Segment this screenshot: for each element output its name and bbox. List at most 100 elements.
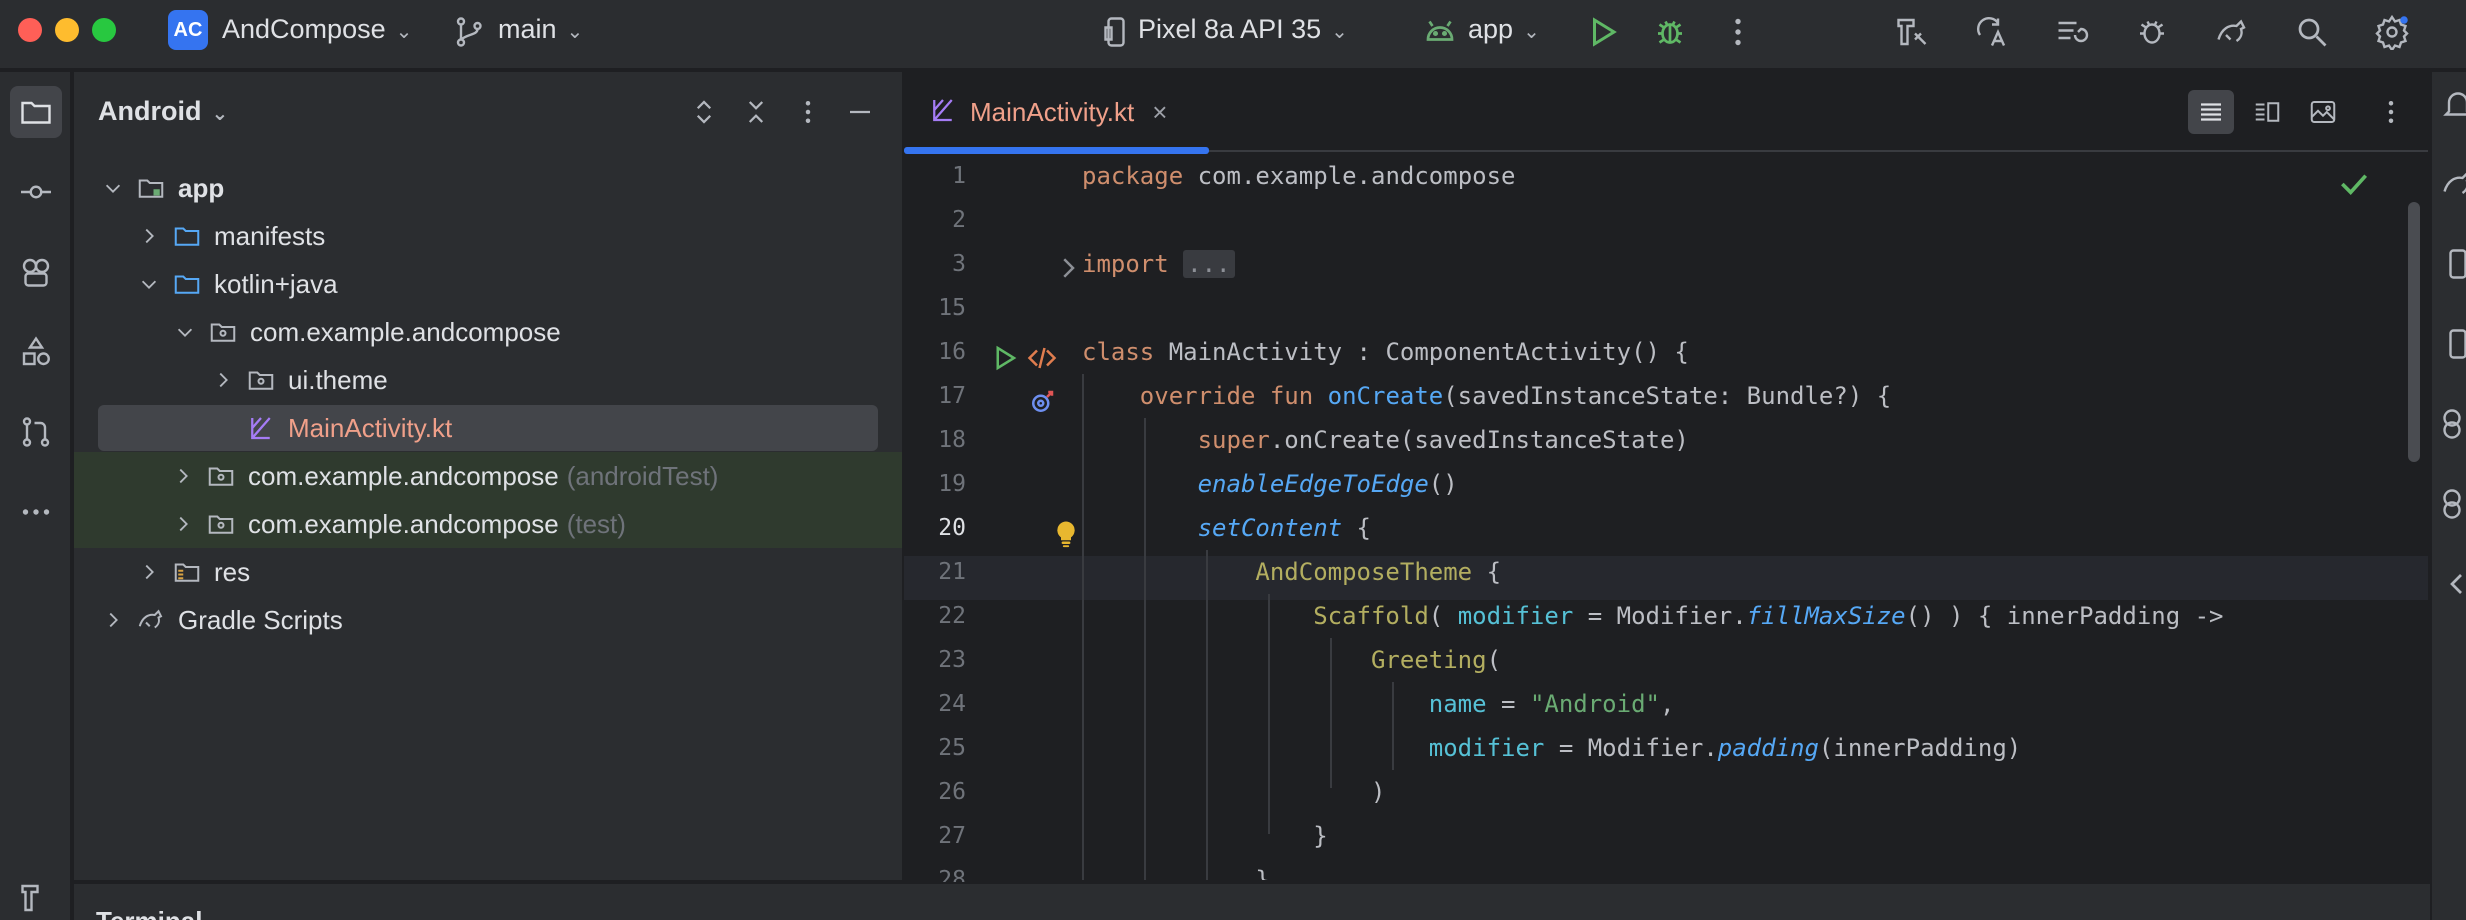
- android-icon: [1420, 12, 1460, 52]
- editor-options-button[interactable]: [2368, 90, 2414, 134]
- running-devices-icon[interactable]: [2440, 326, 2466, 366]
- translate-icon[interactable]: [1972, 12, 2012, 52]
- gemini-icon[interactable]: [2440, 406, 2466, 446]
- project-tool-button[interactable]: [10, 86, 62, 138]
- image-icon: [2310, 101, 2336, 123]
- no-problems-check-icon[interactable]: [2334, 164, 2374, 204]
- run-icon[interactable]: [1582, 12, 1622, 52]
- structure-tool-button[interactable]: [10, 326, 62, 378]
- code-line-26: ): [1370, 778, 1386, 806]
- close-window-button[interactable]: [18, 18, 42, 42]
- sync-gradle-icon[interactable]: [2052, 12, 2092, 52]
- tree-item-test[interactable]: com.example.andcompose (test): [74, 500, 902, 548]
- project-name: AndCompose: [222, 14, 386, 44]
- options-icon[interactable]: [790, 94, 826, 130]
- minimize-window-button[interactable]: [55, 18, 79, 42]
- code-line-18: super.onCreate(savedInstanceState): [1197, 426, 1689, 454]
- tree-item-manifests[interactable]: manifests: [74, 212, 902, 260]
- collapse-all-icon[interactable]: [738, 94, 774, 130]
- assistant-icon[interactable]: [2440, 486, 2466, 526]
- tree-item-res[interactable]: res: [74, 548, 902, 596]
- code-editor: MainActivity.kt × 1 2 3 15 16 17 18 19 2…: [904, 72, 2428, 893]
- tree-item-suffix: (test): [566, 508, 626, 539]
- branch-switcher[interactable]: main ⌄: [498, 14, 583, 45]
- tab-mainactivity[interactable]: MainActivity.kt ×: [904, 72, 1209, 154]
- chevron-right-icon[interactable]: [208, 365, 238, 395]
- chevron-down-icon: ⌄: [211, 103, 229, 125]
- commit-tool-button[interactable]: [10, 166, 62, 218]
- device-selector[interactable]: Pixel 8a API 35 ⌄: [1138, 14, 1348, 45]
- tree-item-label: app: [178, 172, 225, 203]
- hide-panel-icon[interactable]: [842, 94, 878, 130]
- pull-request-icon: [22, 417, 50, 447]
- project-badge[interactable]: AC: [168, 10, 208, 50]
- design-view-button[interactable]: [2300, 90, 2346, 134]
- chevron-down-icon[interactable]: [134, 269, 164, 299]
- gradle-tool-icon[interactable]: [2440, 166, 2466, 206]
- zoom-window-button[interactable]: [92, 18, 116, 42]
- project-switcher[interactable]: AndCompose ⌄: [222, 14, 412, 45]
- tree-item-androidtest[interactable]: com.example.andcompose (androidTest): [74, 452, 902, 500]
- search-icon[interactable]: [2292, 12, 2332, 52]
- tree-item-kotlin-java[interactable]: kotlin+java: [74, 260, 902, 308]
- module-folder-icon: [134, 171, 168, 205]
- expand-all-icon[interactable]: [686, 94, 722, 130]
- shapes-icon: [22, 336, 50, 366]
- tab-label: MainActivity.kt: [970, 96, 1135, 127]
- chevron-down-icon[interactable]: [170, 317, 200, 347]
- split-view-button[interactable]: [2244, 90, 2290, 134]
- override-gutter-icon[interactable]: [1024, 384, 1060, 420]
- resource-manager-button[interactable]: [10, 246, 62, 298]
- code-area[interactable]: package com.example.andcompose import ..…: [1078, 154, 2428, 880]
- terminal-tab[interactable]: Terminal: [96, 906, 202, 920]
- app-inspection-icon[interactable]: [2132, 12, 2172, 52]
- tree-item-gradle-scripts[interactable]: Gradle Scripts: [74, 596, 902, 644]
- run-config-selector[interactable]: app ⌄: [1468, 14, 1540, 45]
- folder-icon: [21, 101, 51, 124]
- line-number-gutter: 1 2 3 15 16 17 18 19 20 21 22 23 24 25 2…: [904, 154, 1075, 893]
- more-horizontal-icon: [22, 509, 50, 515]
- chevron-right-icon[interactable]: [134, 557, 164, 587]
- line-number: 26: [938, 779, 966, 805]
- code-markers-icon[interactable]: [1024, 340, 1060, 376]
- settings-gear-icon[interactable]: [2372, 12, 2412, 52]
- chevron-right-icon[interactable]: [98, 605, 128, 635]
- folded-imports[interactable]: ...: [1183, 250, 1235, 278]
- tree-item-app[interactable]: app: [74, 164, 902, 212]
- package-icon: [204, 507, 238, 541]
- code-line-27: }: [1313, 822, 1328, 850]
- more-actions-icon[interactable]: [1718, 12, 1758, 52]
- split-view-icon: [2255, 102, 2280, 122]
- tree-item-mainactivity[interactable]: MainActivity.kt: [74, 404, 902, 452]
- build-tool-button[interactable]: [10, 872, 62, 920]
- project-panel: Android ⌄ com.example.andcompose (androidT…: [74, 72, 902, 880]
- debug-icon[interactable]: [1650, 12, 1690, 52]
- code-line-24: name = "Android",: [1428, 690, 1675, 718]
- line-number: 3: [952, 251, 966, 277]
- code-line-25: modifier = Modifier.padding(innerPadding…: [1428, 734, 2022, 762]
- project-view-label: Android: [98, 96, 202, 126]
- tree-item-label: Gradle Scripts: [178, 604, 343, 635]
- tree-item-label: manifests: [214, 220, 326, 251]
- chevron-right-icon[interactable]: [134, 221, 164, 251]
- chevron-right-icon[interactable]: [168, 509, 198, 539]
- code-view-button[interactable]: [2188, 90, 2234, 134]
- chevron-left-icon[interactable]: [2440, 566, 2466, 606]
- device-manager-tool-icon[interactable]: [2440, 246, 2466, 286]
- pull-requests-button[interactable]: [10, 406, 62, 458]
- tree-item-label: MainActivity.kt: [288, 412, 453, 443]
- editor-scrollbar[interactable]: [2408, 202, 2420, 462]
- device-manager-icon[interactable]: [2212, 12, 2252, 52]
- close-tab-icon[interactable]: ×: [1152, 97, 1167, 128]
- tree-item-package[interactable]: com.example.andcompose: [74, 308, 902, 356]
- more-tools-button[interactable]: [10, 486, 62, 538]
- chevron-right-icon[interactable]: [168, 461, 198, 491]
- run-gutter-icon[interactable]: [986, 340, 1022, 376]
- line-number: 16: [938, 339, 966, 365]
- chevron-down-icon[interactable]: [98, 173, 128, 203]
- line-number: 2: [952, 207, 966, 233]
- notifications-icon[interactable]: [2440, 86, 2466, 126]
- project-view-selector[interactable]: Android ⌄: [98, 96, 228, 127]
- build-icon[interactable]: [1892, 12, 1932, 52]
- tree-item-ui-theme[interactable]: ui.theme: [74, 356, 902, 404]
